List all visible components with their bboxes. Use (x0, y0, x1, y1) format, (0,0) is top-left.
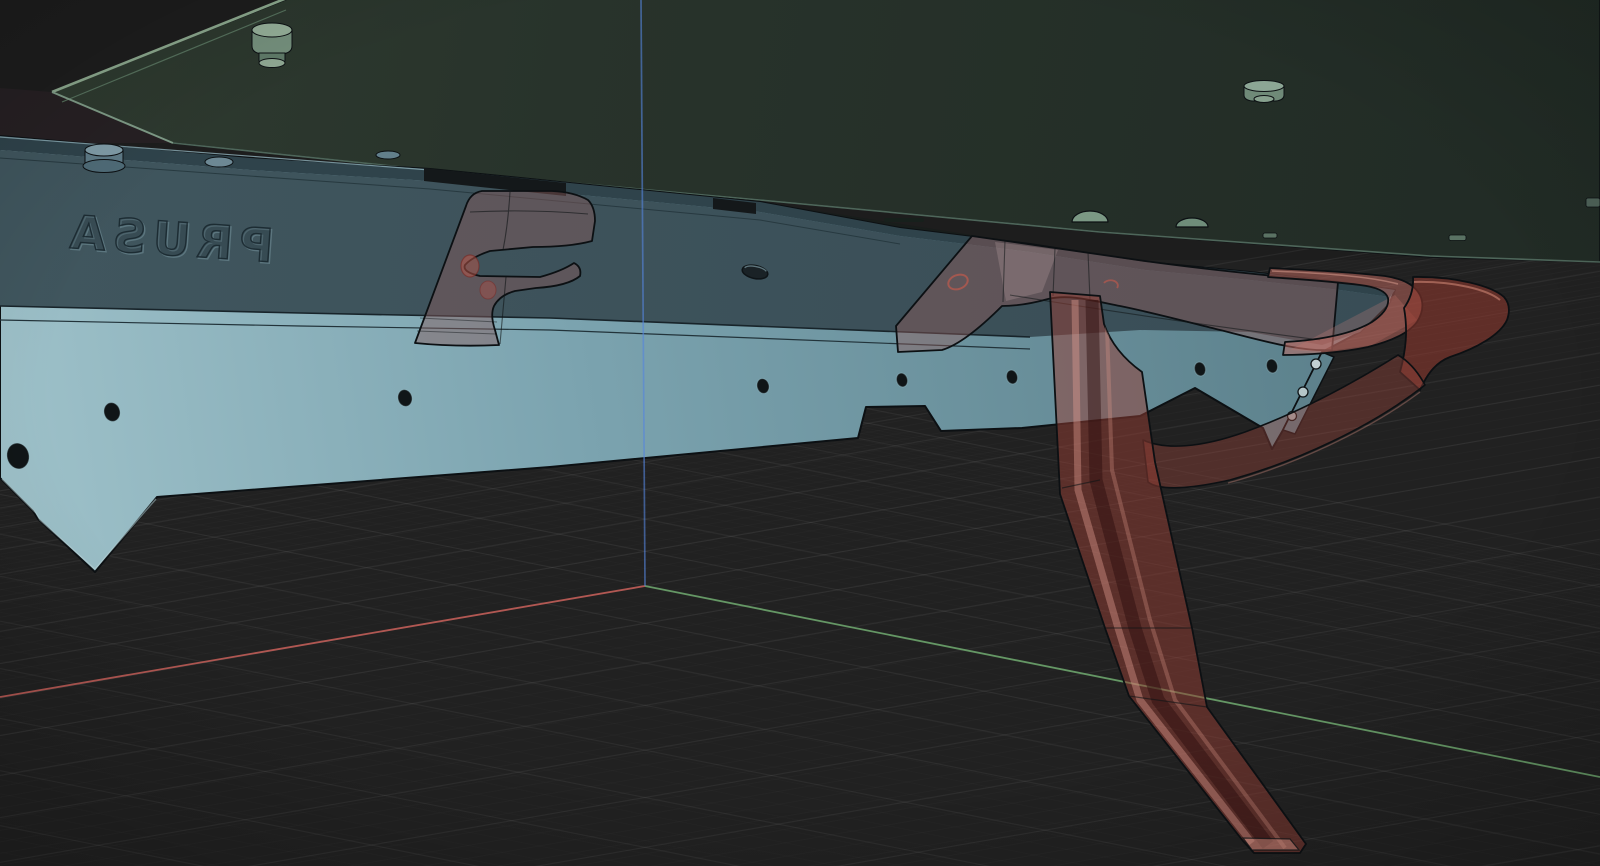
vignette-overlay (0, 0, 1600, 866)
viewport-canvas[interactable]: PRUSA PRUSA (0, 0, 1600, 866)
viewport-3d-scene[interactable]: PRUSA PRUSA (0, 0, 1600, 866)
